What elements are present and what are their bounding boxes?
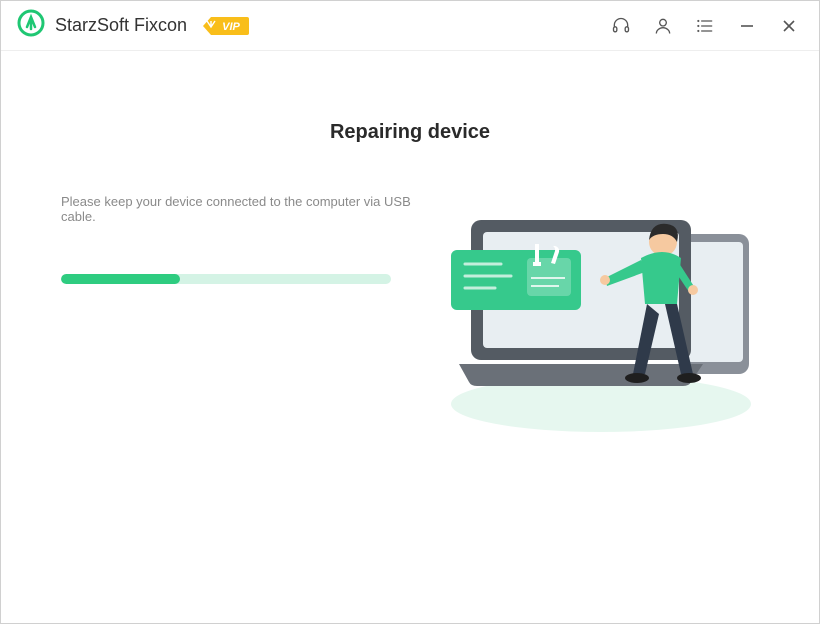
repair-illustration (441, 194, 781, 434)
menu-icon[interactable] (695, 16, 715, 36)
instruction-text: Please keep your device connected to the… (61, 194, 411, 224)
svg-text:VIP: VIP (222, 21, 240, 33)
page-title: Repairing device (61, 121, 759, 144)
progress-bar (61, 274, 391, 284)
account-icon[interactable] (653, 16, 673, 36)
minimize-button[interactable] (737, 16, 757, 36)
progress-fill (61, 274, 180, 284)
support-icon[interactable] (611, 16, 631, 36)
app-logo-icon (17, 9, 45, 42)
app-title: StarzSoft Fixcon (55, 15, 187, 36)
main-content: Repairing device Please keep your device… (1, 51, 819, 434)
vip-badge: VIP (201, 15, 249, 37)
titlebar: StarzSoft Fixcon VIP (1, 1, 819, 51)
close-button[interactable] (779, 16, 799, 36)
